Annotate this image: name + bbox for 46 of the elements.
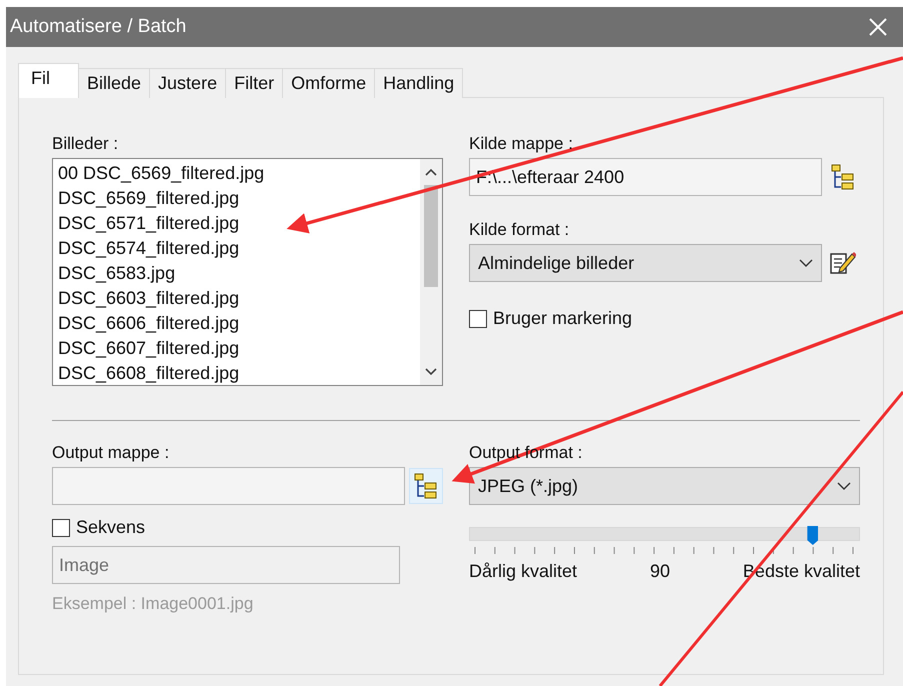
file-list-item[interactable]: 00 DSC_6569_filtered.jpg	[58, 161, 420, 186]
tab[interactable]: Billede	[78, 68, 150, 98]
dropdown-caret-icon	[799, 259, 813, 267]
tab[interactable]: Fil	[18, 63, 79, 98]
field-label: Output format :	[469, 443, 582, 463]
file-list-item[interactable]: DSC_6569_filtered.jpg	[58, 186, 420, 211]
use-selection-checkbox[interactable]: Bruger markering	[469, 308, 860, 329]
file-list-item[interactable]: DSC_6574_filtered.jpg	[58, 236, 420, 261]
file-list-item[interactable]: DSC_6607_filtered.jpg	[58, 336, 420, 361]
quality-value: 90	[650, 561, 670, 582]
field-label: Billeder :	[52, 134, 118, 154]
window-title: Automatisere / Batch	[10, 16, 186, 38]
scroll-bar[interactable]	[420, 159, 442, 385]
scroll-down-icon	[425, 368, 437, 376]
browse-button[interactable]	[409, 468, 443, 504]
source-folder-field[interactable]: F:\...\efteraar 2400	[469, 158, 822, 196]
min-quality-label: Dårlig kvalitet	[469, 561, 578, 582]
tab[interactable]: Handling	[374, 68, 464, 98]
dropdown-caret-icon	[837, 482, 851, 490]
checkbox-label: Sekvens	[76, 517, 146, 538]
output-format-dropdown[interactable]: JPEG (*.jpg)	[469, 467, 860, 505]
example-text: Eksempel : Image0001.jpg	[52, 594, 254, 614]
sequence-checkbox[interactable]: Sekvens	[52, 517, 443, 538]
tab[interactable]: Omforme	[282, 68, 376, 98]
file-list-item[interactable]: DSC_6603_filtered.jpg	[58, 286, 420, 311]
field-label: Output mappe :	[52, 443, 170, 463]
checkbox[interactable]	[469, 310, 487, 328]
field-label: Kilde mappe :	[469, 134, 573, 154]
file-list-item[interactable]: DSC_6583.jpg	[58, 261, 420, 286]
slider-thumb[interactable]	[807, 526, 818, 545]
tab[interactable]: Justere	[149, 68, 226, 98]
checkbox[interactable]	[52, 518, 70, 536]
source-format-dropdown[interactable]: Almindelige billeder	[469, 244, 822, 282]
file-list-item[interactable]: DSC_6608_filtered.jpg	[58, 361, 420, 385]
field-label: Kilde format :	[469, 220, 570, 240]
file-list-item[interactable]: DSC_6571_filtered.jpg	[58, 211, 420, 236]
folder-tree-icon	[831, 164, 855, 190]
scroll-up-icon	[425, 168, 437, 176]
folder-tree-icon	[414, 473, 438, 499]
output-folder-field[interactable]	[52, 467, 405, 505]
close-icon	[869, 18, 887, 36]
tab[interactable]: Filter	[225, 68, 284, 98]
file-list-item[interactable]: DSC_6606_filtered.jpg	[58, 311, 420, 336]
checkbox-label: Bruger markering	[493, 308, 632, 329]
scroll-thumb[interactable]	[424, 185, 438, 287]
file-list[interactable]: 00 DSC_6569_filtered.jpg DSC_6569_filtered.jpg DSC_6571_filtered.jpg DSC_6574_filtered.jpg DSC_6583.jpg DSC_6603_filtered.jpg DSC_6606_filtered.jpg DSC_6607_filtered.jpg DSC_6608_filtered.jpg	[52, 158, 443, 386]
